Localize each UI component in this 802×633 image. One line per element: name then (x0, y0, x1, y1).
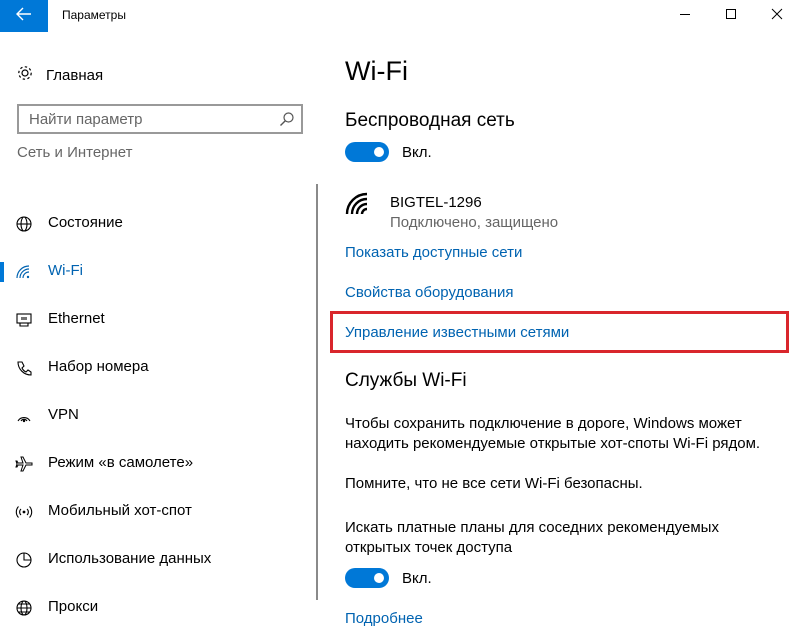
network-name[interactable]: BIGTEL-1296 (390, 194, 482, 211)
sidebar-item-airplane[interactable]: Режим «в самолете» (0, 444, 320, 484)
paid-plans-text: Искать платные планы для соседних рекоме… (345, 519, 719, 556)
sidebar-group-header: Сеть и Интернет (17, 144, 133, 161)
search-input[interactable] (29, 109, 269, 129)
hotspot-icon (14, 503, 34, 521)
wireless-toggle[interactable] (345, 142, 389, 162)
sidebar-item-label: VPN (48, 406, 79, 423)
toggle-knob (374, 147, 384, 157)
wireless-toggle-label: Вкл. (402, 144, 432, 161)
wifi-icon (14, 263, 34, 281)
close-icon (771, 7, 783, 25)
sidebar-scrollbar[interactable] (316, 184, 318, 600)
gear-icon (16, 64, 34, 87)
wireless-section-title: Беспроводная сеть (345, 110, 515, 131)
close-button[interactable] (754, 0, 800, 32)
sidebar-item-label: Wi-Fi (48, 262, 83, 279)
maximize-icon (725, 7, 737, 25)
sidebar-item-label: Прокси (48, 598, 99, 615)
search-box[interactable] (17, 104, 303, 134)
network-status: Подключено, защищено (390, 214, 559, 231)
proxy-icon (14, 599, 34, 617)
dialup-icon (14, 359, 34, 377)
sidebar-item-dialup[interactable]: Набор номера (0, 348, 320, 388)
page-title: Wi-Fi (345, 56, 408, 86)
minimize-button[interactable] (662, 0, 708, 32)
globe-icon (14, 215, 34, 233)
title-bar: Параметры (0, 0, 802, 32)
sidebar-item-vpn[interactable]: VPN (0, 396, 320, 436)
back-button[interactable] (0, 0, 48, 32)
sidebar-item-wifi[interactable]: Wi-Fi (0, 252, 320, 292)
sidebar-item-label: Мобильный хот-спот (48, 502, 192, 519)
ethernet-icon (14, 311, 34, 329)
vpn-icon (14, 407, 34, 425)
sidebar-item-label: Состояние (48, 214, 123, 231)
sidebar-item-label: Использование данных (48, 550, 212, 567)
arrow-left-icon (16, 7, 32, 26)
sidebar-home[interactable]: Главная (16, 64, 103, 86)
security-note: Помните, что не все сети Wi-Fi безопасны… (345, 475, 643, 492)
sidebar-item-proxy[interactable]: Прокси (0, 588, 320, 628)
window-title: Параметры (62, 8, 126, 22)
paid-plans-toggle[interactable] (345, 568, 389, 588)
minimize-icon (679, 7, 691, 25)
show-networks-link[interactable]: Показать доступные сети (345, 244, 522, 261)
data-usage-icon (14, 551, 34, 569)
search-icon (279, 111, 295, 132)
wifi-services-title: Службы Wi-Fi (345, 370, 467, 391)
wifi-signal-icon (345, 192, 373, 223)
sidebar-item-hotspot[interactable]: Мобильный хот-спот (0, 492, 320, 532)
sidebar-home-label: Главная (46, 66, 104, 84)
sidebar-item-label: Режим «в самолете» (48, 454, 194, 471)
hardware-properties-link[interactable]: Свойства оборудования (345, 284, 514, 301)
maximize-button[interactable] (708, 0, 754, 32)
more-info-link[interactable]: Подробнее (345, 610, 423, 627)
sidebar-item-ethernet[interactable]: Ethernet (0, 300, 320, 340)
paid-plans-toggle-label: Вкл. (402, 570, 432, 587)
active-indicator (0, 262, 4, 282)
sidebar-item-label: Ethernet (48, 310, 105, 327)
services-description: Чтобы сохранить подключение в дороге, Wi… (345, 415, 761, 452)
sidebar-item-data-usage[interactable]: Использование данных (0, 540, 320, 580)
sidebar-item-status[interactable]: Состояние (0, 204, 320, 244)
airplane-icon (14, 455, 34, 473)
toggle-knob (374, 573, 384, 583)
sidebar-item-label: Набор номера (48, 358, 149, 375)
highlight-frame (330, 311, 789, 353)
